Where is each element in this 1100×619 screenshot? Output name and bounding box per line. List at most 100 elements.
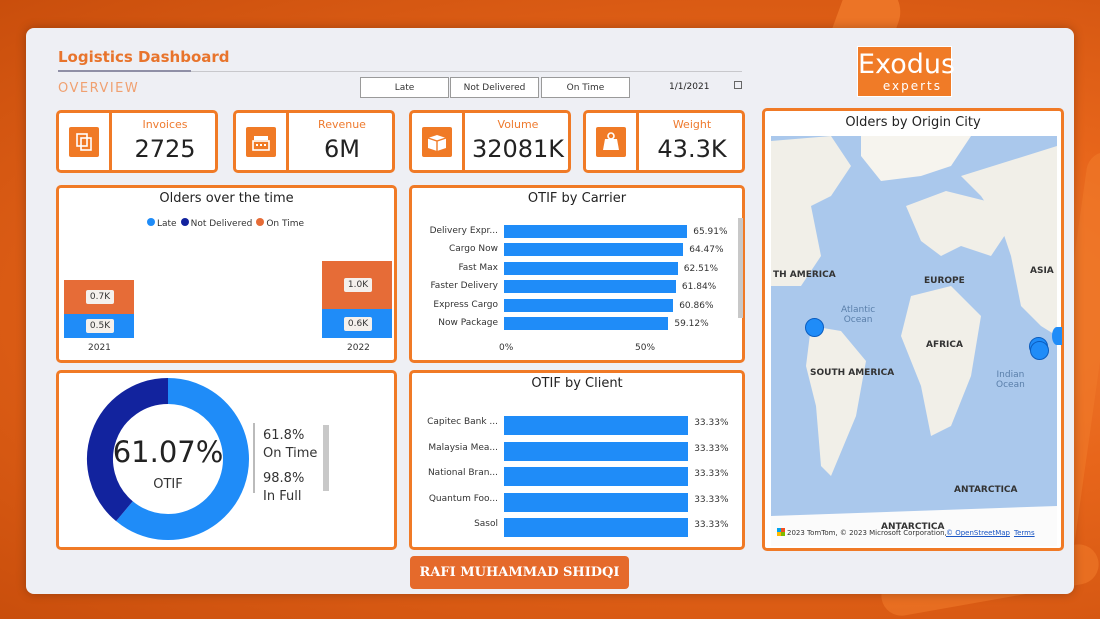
chart-legend: Late Not Delivered On Time (147, 218, 304, 229)
chart-title: OTIF by Client (531, 376, 623, 391)
ocean-text: Atlantic Ocean (841, 305, 876, 325)
chart-orders-over-time: Olders over the time Late Not Delivered … (56, 185, 397, 363)
data-label: 1.0K (344, 278, 372, 293)
value-label: 59.12% (674, 319, 709, 329)
value-label: 33.33% (694, 418, 729, 428)
map-card: Olders by Origin City TH AMERICA EUROPE … (762, 108, 1064, 551)
legend-item-not-delivered[interactable]: Not Delivered (180, 218, 253, 229)
continent-label: TH AMERICA (773, 270, 836, 280)
bar[interactable] (504, 467, 689, 487)
chart-otif-by-client: OTIF by Client Capitec Bank ... 33.33% Mal… (409, 370, 745, 550)
value-label: 33.33% (694, 469, 729, 480)
value-label: 64.47% (689, 245, 724, 256)
date-filter[interactable]: 1/1/2021 (669, 82, 709, 92)
x-tick-label: 0% (499, 343, 514, 353)
slicer-on-time[interactable]: On Time (541, 77, 630, 98)
map-attribution: 2023 TomTom, © 2023 Microsoft Corporatio… (787, 529, 947, 537)
logo-main-text: Exodus (858, 49, 956, 80)
kpi-icon-box (236, 113, 289, 170)
microsoft-logo-icon (777, 528, 785, 536)
x-tick-label: 50% (635, 343, 656, 353)
kpi-icon-box (586, 113, 639, 170)
category-label: National Bran... (427, 468, 498, 479)
continent-label: AFRICA (926, 340, 963, 350)
brand-logo: Exodus experts (857, 46, 956, 97)
bar[interactable] (504, 317, 669, 330)
kpi-value: 43.3K (657, 135, 727, 163)
value-label: 60.86% (679, 300, 714, 311)
scrollbar[interactable] (738, 218, 743, 318)
value-label: 33.33% (694, 443, 729, 454)
kpi-card-volume: Volume 32081K (409, 110, 571, 173)
map-title: Olders by Origin City (845, 115, 981, 130)
continent-label: ASIA (1030, 266, 1054, 276)
on-time-label: On Time (263, 446, 318, 461)
kpi-card-weight: Weight 43.3K (583, 110, 745, 173)
slicer-not-delivered[interactable]: Not Delivered (450, 77, 539, 98)
value-label: 62.51% (683, 263, 719, 274)
in-full-value: 98.8% (263, 471, 305, 486)
chart-title: OTIF by Carrier (527, 191, 627, 206)
category-label: Fast Max (458, 262, 498, 273)
osm-link[interactable]: © OpenStreetMap (946, 529, 1010, 537)
bar[interactable] (504, 441, 689, 461)
x-tick-label: 2021 (88, 343, 111, 353)
author-button[interactable]: RAFI MUHAMMAD SHIDQI (410, 556, 629, 589)
terms-link[interactable]: Terms (1014, 529, 1035, 537)
category-label: Cargo Now (448, 244, 498, 255)
data-label: 0.5K (86, 319, 114, 333)
kpi-icon-box (412, 113, 465, 170)
calendar-icon[interactable] (734, 81, 742, 89)
kpi-label: Weight (672, 118, 712, 131)
chart-otif-by-carrier: OTIF by Carrier Delivery Expr... 65.91% Ca… (409, 185, 745, 363)
kpi-value: 32081K (471, 135, 565, 163)
invoice-icon (69, 127, 99, 157)
weight-icon (596, 127, 626, 157)
slicer-late[interactable]: Late (360, 77, 449, 98)
kpi-label: Volume (497, 118, 539, 131)
category-label: Express Cargo (433, 299, 498, 310)
donut-center-value: 61.07% (112, 435, 224, 469)
map-bubble[interactable] (1030, 341, 1049, 360)
section-subtitle: OVERVIEW (58, 81, 140, 96)
value-label: 33.33% (694, 494, 729, 505)
box-icon (422, 127, 452, 157)
bar[interactable] (504, 492, 689, 512)
kpi-label: Revenue (318, 118, 366, 131)
legend-dot (147, 218, 155, 226)
ocean-label: Indian Ocean (996, 370, 1025, 390)
logo-sub-text: experts (882, 79, 942, 93)
value-label: 65.91% (693, 227, 728, 237)
value-label: 61.84% (681, 282, 717, 293)
on-time-value: 61.8% (263, 428, 305, 443)
bar[interactable] (504, 243, 684, 257)
legend-dot (256, 218, 265, 226)
scrollbar[interactable] (323, 425, 329, 491)
legend-label: On Time (266, 219, 305, 229)
category-label: Malaysia Mea... (428, 442, 498, 453)
legend-item-late[interactable]: Late (147, 218, 177, 229)
legend-item-on-time[interactable]: On Time (256, 218, 304, 229)
kpi-icon-box (59, 113, 112, 170)
bar[interactable] (504, 261, 678, 275)
map-bubble[interactable] (805, 318, 824, 337)
legend-dot (180, 218, 189, 226)
legend-label: Not Delivered (190, 219, 253, 229)
kpi-value: 2725 (134, 135, 196, 163)
kpi-label: Invoices (142, 118, 188, 131)
in-full-label: In Full (263, 489, 302, 504)
value-label: 33.33% (694, 520, 729, 531)
bar[interactable] (504, 225, 688, 238)
bar[interactable] (504, 518, 689, 538)
category-label: Faster Delivery (430, 281, 498, 292)
map-bubble[interactable] (1052, 327, 1062, 345)
data-label: 0.6K (344, 316, 372, 331)
kpi-card-revenue: Revenue 6M (233, 110, 395, 173)
chart-title: Olders over the time (159, 191, 294, 206)
bar[interactable] (504, 280, 676, 294)
kpi-card-invoices: Invoices 2725 (56, 110, 218, 173)
bar[interactable] (504, 416, 689, 435)
kpi-value: 6M (324, 135, 360, 163)
data-label: 0.7K (86, 290, 114, 305)
bar[interactable] (504, 298, 674, 312)
